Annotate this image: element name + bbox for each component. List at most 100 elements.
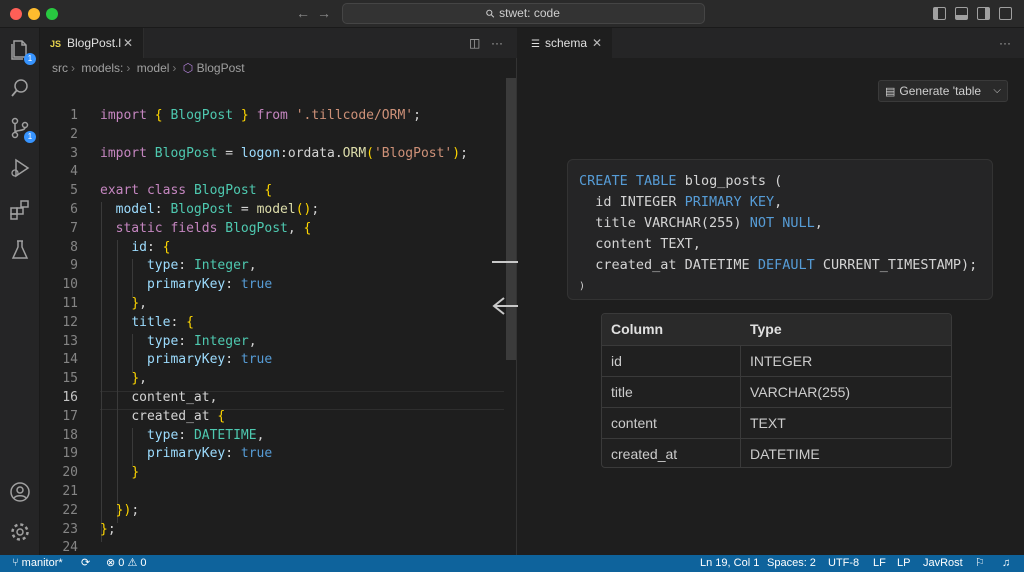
code-line[interactable]: 23}; bbox=[40, 520, 506, 539]
code-line[interactable]: 12 title: { bbox=[40, 313, 506, 332]
line-text: }; bbox=[100, 521, 116, 537]
line-number: 22 bbox=[62, 502, 78, 518]
minimize-window-button[interactable] bbox=[28, 8, 40, 20]
code-line[interactable]: 18 type: DATETIME, bbox=[40, 426, 506, 445]
back-arrow-icon[interactable]: ← bbox=[296, 5, 310, 21]
search-icon[interactable] bbox=[8, 76, 32, 100]
left-editor-group: JS BlogPost.l ✕ ◫ ··· src › models: › model… bbox=[40, 28, 517, 572]
testing-flask-icon[interactable] bbox=[8, 238, 32, 262]
explorer-icon[interactable]: 1 bbox=[8, 38, 36, 65]
close-window-button[interactable] bbox=[10, 8, 22, 20]
code-line[interactable]: 1 import { BlogPost } from '.tillcode/ORM… bbox=[40, 106, 506, 125]
code-line[interactable]: 15 }, bbox=[40, 369, 506, 388]
line-text: primaryKey: true bbox=[146, 352, 273, 368]
code-line[interactable]: 4 bbox=[40, 162, 506, 181]
code-line[interactable]: 17 created_at { bbox=[40, 407, 506, 426]
document-icon: ▤ bbox=[885, 86, 896, 98]
code-line[interactable]: 7 static fields BlogPost, { bbox=[40, 219, 506, 238]
account-icon[interactable] bbox=[8, 480, 32, 504]
branch-indicator[interactable]: ⑂ manitor* bbox=[12, 555, 63, 572]
toggle-secondary-sidebar-icon[interactable] bbox=[977, 7, 990, 20]
code-line[interactable]: 19 primaryKey: true bbox=[40, 444, 506, 463]
editor-scrollbar[interactable] bbox=[506, 78, 516, 360]
sql-line: ) bbox=[579, 281, 586, 292]
code-line[interactable]: 22 }); bbox=[40, 501, 506, 520]
encoding[interactable]: UTF-8 bbox=[828, 555, 859, 572]
line-number: 5 bbox=[70, 183, 78, 199]
code-line[interactable]: 10 primaryKey: true bbox=[40, 275, 506, 294]
table-row: created_at DATETIME bbox=[602, 438, 951, 467]
more-actions-icon[interactable]: ··· bbox=[999, 36, 1011, 50]
code-line[interactable]: 14 primaryKey: true bbox=[40, 350, 506, 369]
breadcrumb-item[interactable]: BlogPost bbox=[197, 61, 245, 75]
sync-icon[interactable]: ⟳ bbox=[81, 555, 90, 572]
settings-gear-icon[interactable] bbox=[8, 520, 32, 544]
toggle-sidebar-icon[interactable] bbox=[933, 7, 946, 20]
type-cell: INTEGER bbox=[750, 353, 813, 369]
maximize-window-button[interactable] bbox=[46, 8, 58, 20]
more-actions-icon[interactable]: ··· bbox=[491, 36, 503, 50]
breadcrumb-item[interactable]: models: bbox=[81, 61, 123, 75]
code-line[interactable]: 5 exart class BlogPost { bbox=[40, 181, 506, 200]
line-number: 13 bbox=[62, 333, 78, 349]
notifications-bell-icon[interactable]: ♫ bbox=[1002, 555, 1010, 572]
sql-line: id INTEGER PRIMARY KEY, bbox=[579, 194, 783, 210]
code-line[interactable]: 6 model: BlogPost = model(); bbox=[40, 200, 506, 219]
feedback-icon[interactable]: ⚐ bbox=[975, 555, 985, 572]
breadcrumb-item[interactable]: src bbox=[52, 61, 68, 75]
table-header-row: Column Type bbox=[602, 314, 951, 345]
right-tab-bar: ☰ schema ✕ ··· bbox=[518, 28, 1024, 58]
generate-table-button[interactable]: ▤ Generate 'table ⌵ bbox=[878, 80, 1008, 102]
lp-indicator[interactable]: LP bbox=[897, 555, 910, 572]
toggle-panel-icon[interactable] bbox=[955, 7, 968, 20]
code-line[interactable]: 20 } bbox=[40, 463, 506, 482]
line-text: primaryKey: true bbox=[146, 446, 273, 462]
tab-schema[interactable]: ☰ schema ✕ bbox=[518, 28, 612, 58]
line-text: }, bbox=[131, 296, 147, 311]
scm-badge: 1 bbox=[24, 131, 36, 143]
extensions-icon[interactable] bbox=[8, 198, 32, 222]
code-line[interactable]: 2 bbox=[40, 125, 506, 144]
line-text: type: DATETIME, bbox=[146, 427, 265, 443]
customize-layout-icon[interactable] bbox=[999, 7, 1012, 20]
split-editor-icon[interactable]: ◫ bbox=[469, 36, 480, 50]
column-cell: title bbox=[611, 384, 633, 400]
forward-arrow-icon[interactable]: → bbox=[317, 5, 331, 21]
code-line[interactable]: 21 bbox=[40, 482, 506, 501]
close-tab-icon[interactable]: ✕ bbox=[123, 28, 133, 58]
line-text: type: Integer, bbox=[146, 333, 257, 349]
command-center[interactable]: ⚲stwet: code bbox=[342, 3, 705, 24]
code-line[interactable]: 3 import BlogPost = logon:ordata.ORM('Blo… bbox=[40, 144, 506, 163]
line-number: 10 bbox=[62, 277, 78, 293]
code-line[interactable]: 9 type: Integer, bbox=[40, 256, 506, 275]
run-debug-icon[interactable] bbox=[8, 156, 32, 180]
line-number: 19 bbox=[62, 446, 78, 462]
close-tab-icon[interactable]: ✕ bbox=[592, 28, 602, 58]
line-number: 20 bbox=[62, 465, 78, 481]
title-bar: ← → ⚲stwet: code bbox=[0, 0, 1024, 28]
indentation[interactable]: Spaces: 2 bbox=[767, 555, 816, 572]
js-file-icon: JS bbox=[50, 39, 62, 49]
problems-indicator[interactable]: ⊗ 0 ⚠ 0 bbox=[106, 555, 147, 572]
breadcrumb-item[interactable]: model bbox=[137, 61, 170, 75]
tab-blogpost-js[interactable]: JS BlogPost.l ✕ bbox=[40, 28, 144, 58]
line-text: title: { bbox=[131, 314, 194, 330]
code-line[interactable]: 16 content_at, bbox=[40, 388, 506, 407]
command-center-label: stwet: code bbox=[499, 6, 560, 20]
line-number: 3 bbox=[70, 145, 78, 161]
cursor-position[interactable]: Ln 19, Col 1 bbox=[700, 555, 759, 572]
code-line[interactable]: 8 id: { bbox=[40, 238, 506, 257]
error-count: 0 bbox=[118, 557, 125, 569]
code-line[interactable]: 13 type: Integer, bbox=[40, 332, 506, 351]
explorer-badge: 1 bbox=[24, 53, 36, 65]
source-control-icon[interactable]: 1 bbox=[8, 116, 36, 143]
line-number: 7 bbox=[70, 220, 78, 236]
sql-line: CREATE TABLE blog_posts ( bbox=[579, 173, 783, 189]
line-number: 9 bbox=[70, 258, 78, 274]
line-text: id: { bbox=[131, 239, 171, 255]
language-mode[interactable]: JavRost bbox=[923, 555, 963, 572]
line-ending[interactable]: LF bbox=[873, 555, 886, 572]
line-text: content_at, bbox=[131, 390, 218, 405]
line-number: 17 bbox=[62, 408, 78, 424]
code-line[interactable]: 11 }, bbox=[40, 294, 506, 313]
